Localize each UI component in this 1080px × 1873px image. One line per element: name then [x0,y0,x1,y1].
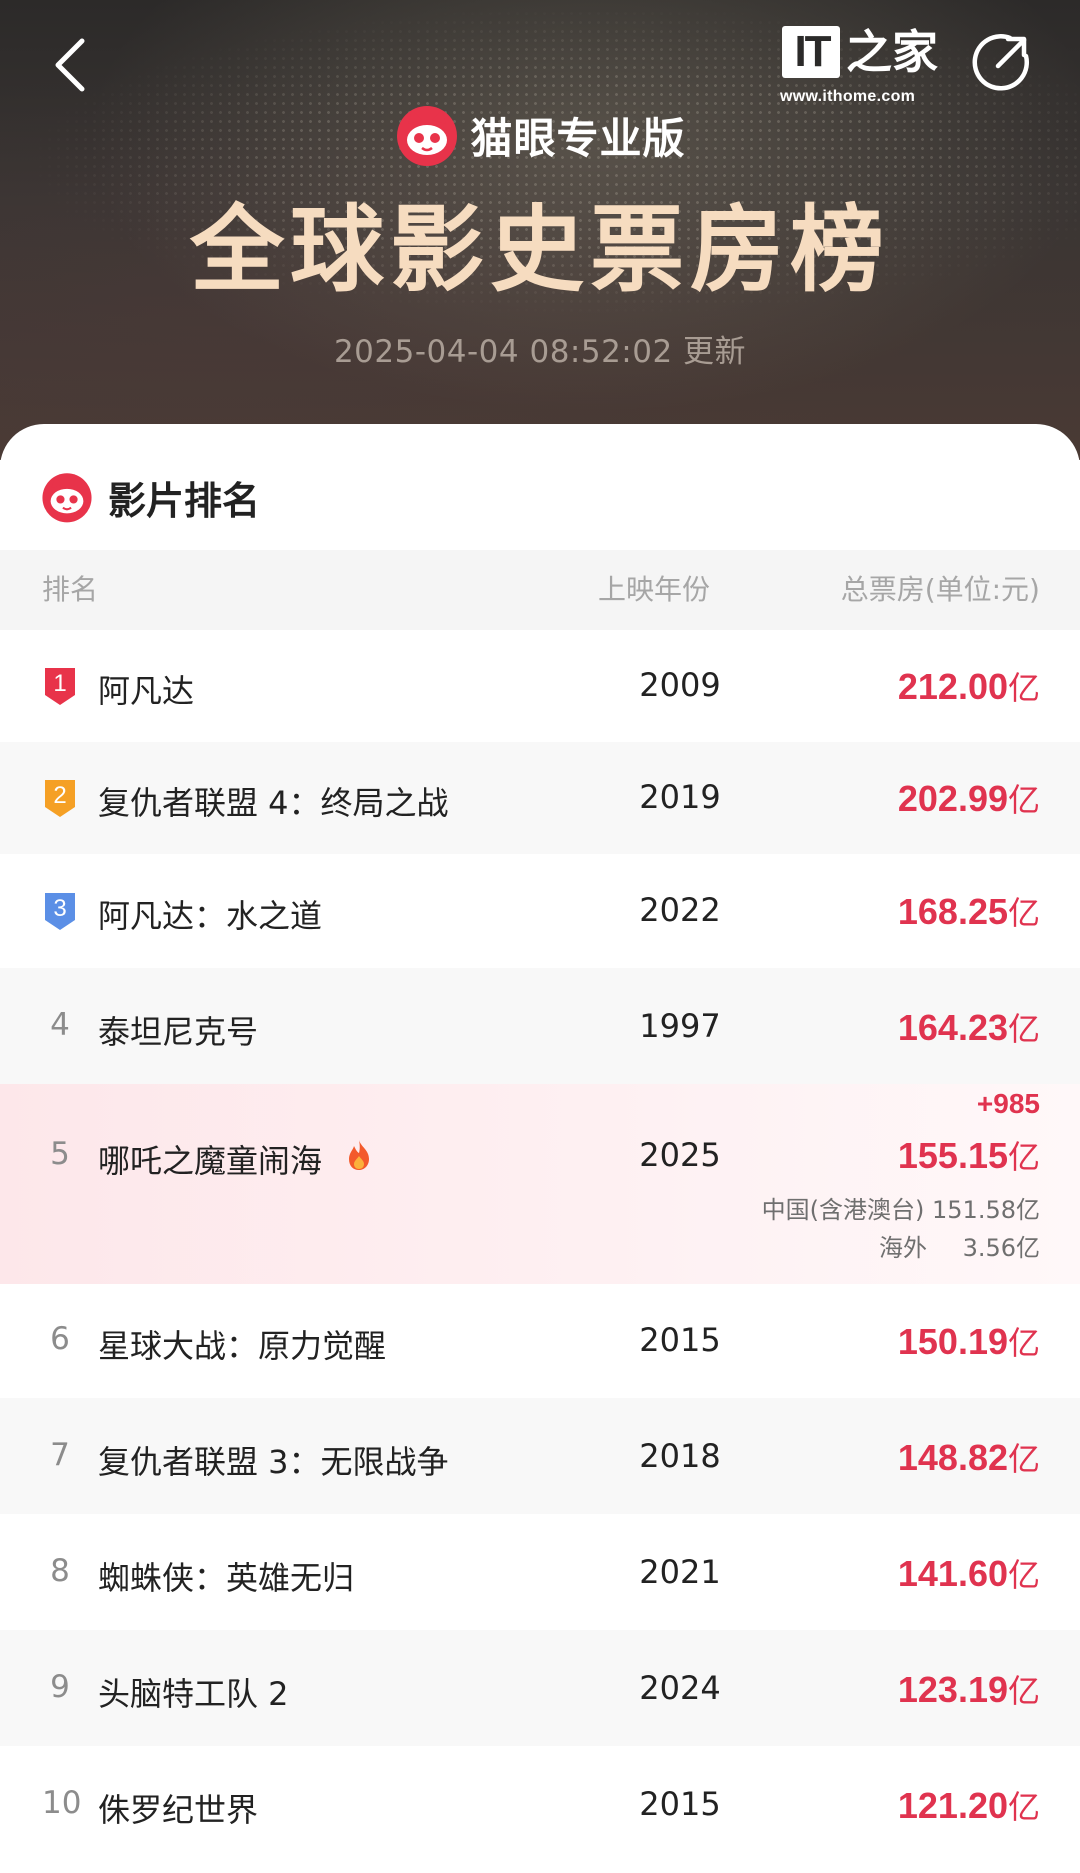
daily-increase: +985 [976,1088,1040,1119]
total-gross: 148.82亿 [897,1437,1040,1478]
total-gross: 155.15亿 [897,1135,1040,1176]
release-year: 2015 [639,1785,721,1823]
maoyan-cat-logo-icon [397,106,458,166]
movie-title: 蜘蛛侠：英雄无归 [98,1559,355,1597]
total-gross: 212.00亿 [897,666,1040,707]
table-row[interactable]: 6 星球大战：原力觉醒 2015 150.19亿 [0,1284,1080,1398]
rank-number: 6 [50,1321,70,1357]
table-row[interactable]: 9 头脑特工队 2 2024 123.19亿 [0,1630,1080,1746]
rank-number: 5 [50,1136,70,1172]
table-row[interactable]: 4 泰坦尼克号 1997 164.23亿 [0,968,1080,1084]
share-button[interactable] [970,30,1034,94]
movie-title: 阿凡达 [98,672,195,710]
release-year: 2024 [639,1669,721,1707]
column-header-gross: 总票房(单位:元) [840,573,1040,606]
rank-badge: 2 [42,777,78,819]
rank-number: 8 [50,1553,70,1589]
total-gross: 202.99亿 [897,778,1040,819]
rank-number: 4 [50,1007,70,1043]
release-year: 2022 [639,891,721,929]
fire-icon [349,1140,369,1170]
movie-title: 复仇者联盟 3：无限战争 [98,1443,449,1481]
release-year: 2018 [639,1437,721,1475]
table-row[interactable]: 1 阿凡达 2009 212.00亿 [0,630,1080,742]
table-row-highlighted[interactable]: 5 哪吒之魔童闹海 2025 +985 155.15亿 中国(含港澳台) 151… [0,1084,1080,1284]
total-gross: 141.60亿 [897,1553,1040,1594]
rank-number: 10 [42,1785,82,1821]
share-icon [972,34,1029,91]
gross-china: 中国(含港澳台) 151.58亿 [761,1196,1040,1224]
movie-title: 复仇者联盟 4：终局之战 [98,784,449,822]
table-row[interactable]: 8 蜘蛛侠：英雄无归 2021 141.60亿 [0,1514,1080,1630]
gross-overseas-value: 3.56亿 [962,1234,1040,1262]
movie-title: 哪吒之魔童闹海 [98,1142,323,1180]
column-header-rank: 排名 [42,573,99,606]
table-row[interactable]: 2 复仇者联盟 4：终局之战 2019 202.99亿 [0,742,1080,854]
maoyan-cat-logo-icon [42,473,92,523]
total-gross: 150.19亿 [897,1321,1040,1362]
release-year: 1997 [639,1007,721,1045]
column-header-year: 上映年份 [598,573,711,606]
section-header: 影片排名 [40,462,260,532]
movie-title: 星球大战：原力觉醒 [98,1327,387,1365]
table-row[interactable]: 7 复仇者联盟 3：无限战争 2018 148.82亿 [0,1398,1080,1514]
section-title: 影片排名 [108,478,261,523]
movie-title: 阿凡达：水之道 [98,897,323,935]
rank-number: 7 [50,1437,70,1473]
release-year: 2025 [639,1136,721,1174]
total-gross: 123.19亿 [897,1669,1040,1710]
table-row[interactable]: 10 侏罗纪世界 2015 121.20亿 [0,1746,1080,1862]
page-title: 全球影史票房榜 [189,196,890,305]
movie-title: 侏罗纪世界 [98,1791,259,1829]
maoyan-brand: 猫眼专业版 [0,100,1080,170]
rank-badge: 1 [42,665,78,707]
total-gross: 164.23亿 [897,1007,1040,1048]
total-gross: 121.20亿 [897,1785,1040,1826]
release-year: 2015 [639,1321,721,1359]
table-row[interactable]: 3 阿凡达：水之道 2022 168.25亿 [0,854,1080,968]
rank-number: 9 [50,1669,70,1705]
movie-title: 泰坦尼克号 [98,1013,259,1051]
chevron-left-icon [55,38,85,92]
release-year: 2009 [639,666,721,704]
header-banner: IT 之家 www.ithome.com 猫眼专业版 全球影史票房榜 2025-… [0,0,1080,460]
ithome-logo: IT 之家 www.ithome.com [780,25,938,105]
release-year: 2021 [639,1553,721,1591]
back-button[interactable] [40,30,100,100]
rank-badge: 3 [42,890,78,932]
update-timestamp: 2025-04-04 08:52:02 更新 [333,334,747,370]
movie-title: 头脑特工队 2 [98,1675,289,1713]
table-header: 排名 上映年份 总票房(单位:元) [0,550,1080,630]
total-gross: 168.25亿 [897,891,1040,932]
release-year: 2019 [639,778,721,816]
ranking-card: 影片排名 排名 上映年份 总票房(单位:元) 1 阿凡达 2009 212.00… [0,424,1080,1873]
brand-name: 猫眼专业版 [470,113,686,163]
gross-overseas-label: 海外 [879,1234,927,1262]
